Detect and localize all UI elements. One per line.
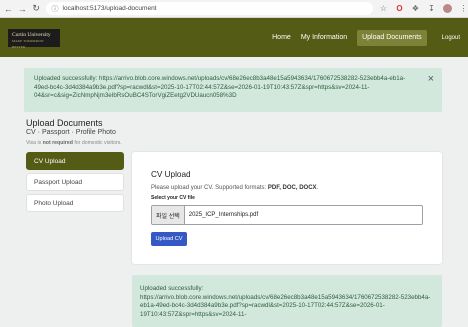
visa-note-pre: Visa is (26, 140, 43, 146)
choose-file-button[interactable]: 파일 선택 (152, 206, 185, 224)
visa-note-post: for domestic visitors. (72, 140, 122, 146)
close-icon[interactable]: × (428, 74, 434, 85)
visa-note: Visa is not required for domestic visito… (26, 140, 122, 146)
upload-cv-button[interactable]: Upload CV (151, 232, 187, 246)
file-input[interactable]: 파일 선택 2025_ICP_Internships.pdf (151, 205, 423, 225)
cv-upload-card: CV Upload Please upload your CV. Support… (132, 152, 442, 264)
card-desc-pre: Please upload your CV. Supported formats… (151, 185, 268, 191)
site-info-icon[interactable]: ⓘ (52, 4, 59, 14)
card-desc-formats: PDF, DOC, DOCX (267, 185, 317, 191)
browser-toolbar: ← → ↻ ⓘ localhost:5173/upload-document ☆… (0, 0, 468, 18)
document-sidebar: CV Upload Passport Upload Photo Upload (26, 152, 124, 215)
main-nav: Home My Information Upload Documents Log… (267, 18, 468, 57)
success-alert-bottom: Uploaded successfully: https://arrivo.bl… (132, 275, 442, 327)
file-label: Select your CV file (151, 195, 195, 201)
forward-icon[interactable]: → (17, 3, 28, 15)
curtin-logo[interactable]: Curtin University MAKE TOMORROW BETTER (8, 28, 60, 49)
profile-avatar-icon[interactable] (443, 4, 453, 13)
logout-button[interactable]: Logout (442, 35, 460, 41)
star-icon[interactable]: ☆ (379, 4, 388, 13)
visa-note-bold: not required (42, 140, 73, 146)
reload-icon[interactable]: ↻ (31, 3, 42, 15)
url-text: localhost:5173/upload-document (62, 5, 157, 12)
success-alert: Uploaded successfully: https://arrivo.bl… (24, 68, 442, 112)
file-name: 2025_ICP_Internships.pdf (188, 212, 259, 218)
nav-my-information[interactable]: My Information (296, 30, 352, 46)
menu-icon[interactable]: ⋮ (459, 4, 468, 13)
nav-home[interactable]: Home (267, 30, 296, 46)
logo-title: Curtin University (12, 31, 51, 38)
card-desc-post: . (316, 185, 319, 191)
alert-message-bottom: Uploaded successfully: https://arrivo.bl… (140, 285, 431, 318)
back-icon[interactable]: ← (3, 3, 14, 15)
logo-tagline: MAKE TOMORROW BETTER (12, 38, 44, 49)
card-title: CV Upload (151, 170, 191, 179)
extensions-icon[interactable]: ❖ (411, 4, 420, 13)
sidebar-item-photo-upload[interactable]: Photo Upload (26, 194, 124, 212)
nav-upload-documents[interactable]: Upload Documents (357, 29, 427, 46)
card-description: Please upload your CV. Supported formats… (151, 185, 423, 191)
alert-message: Uploaded successfully: https://arrivo.bl… (34, 75, 406, 100)
sidebar-item-cv-upload[interactable]: CV Upload (26, 152, 124, 170)
address-bar[interactable]: ⓘ localhost:5173/upload-document (45, 2, 374, 15)
site-header: Curtin University MAKE TOMORROW BETTER H… (0, 18, 468, 57)
page-title: Upload Documents (26, 118, 103, 128)
opera-icon[interactable]: O (395, 4, 404, 13)
sidebar-item-passport-upload[interactable]: Passport Upload (26, 173, 124, 191)
page-subtitle: CV · Passport · Profile Photo (26, 129, 116, 136)
download-icon[interactable]: ↧ (427, 4, 436, 13)
